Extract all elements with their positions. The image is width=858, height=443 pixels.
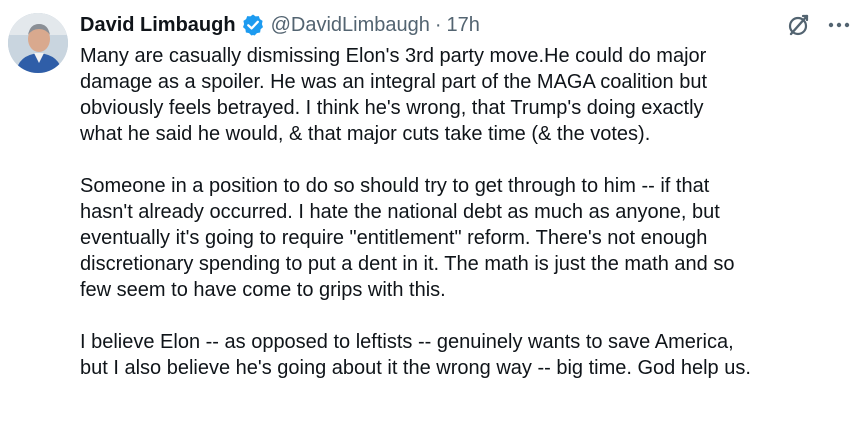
text-line: what he said he would, & that major cuts… bbox=[80, 123, 651, 145]
text-line: I believe Elon -- as opposed to leftists… bbox=[80, 331, 734, 353]
avatar[interactable] bbox=[8, 13, 68, 73]
text-line: few seem to have come to grips with this… bbox=[80, 279, 446, 301]
author-handle[interactable]: @DavidLimbaugh bbox=[271, 14, 430, 37]
tweet-paragraph-3: I believe Elon -- as opposed to leftists… bbox=[80, 329, 855, 381]
tweet: David Limbaugh @DavidLimbaugh · 17h Many… bbox=[0, 0, 858, 443]
tweet-paragraph-1: Many are casually dismissing Elon's 3rd … bbox=[80, 43, 855, 147]
text-line: eventually it's going to require "entitl… bbox=[80, 227, 708, 249]
text-line: damage as a spoiler. He was an integral … bbox=[80, 71, 708, 93]
tweet-paragraph-2: Someone in a position to do so should tr… bbox=[80, 173, 855, 303]
timestamp[interactable]: 17h bbox=[447, 14, 480, 37]
text-line: obviously feels betrayed. I think he's w… bbox=[80, 97, 704, 119]
text-line: but I also believe he's going about it t… bbox=[80, 357, 751, 379]
text-line: Someone in a position to do so should tr… bbox=[80, 175, 710, 197]
author-name[interactable]: David Limbaugh bbox=[80, 14, 236, 37]
header-separator: · bbox=[434, 13, 442, 36]
verified-badge-icon bbox=[241, 13, 265, 37]
tweet-text: Many are casually dismissing Elon's 3rd … bbox=[80, 43, 855, 381]
more-options-icon[interactable] bbox=[826, 14, 852, 36]
grok-icon[interactable] bbox=[786, 12, 812, 38]
text-line: hasn't already occurred. I hate the nati… bbox=[80, 201, 720, 223]
tweet-header: David Limbaugh @DavidLimbaugh · 17h bbox=[80, 10, 480, 40]
text-line: discretionary spending to put a dent in … bbox=[80, 253, 735, 275]
text-line: Many are casually dismissing Elon's 3rd … bbox=[80, 45, 707, 67]
